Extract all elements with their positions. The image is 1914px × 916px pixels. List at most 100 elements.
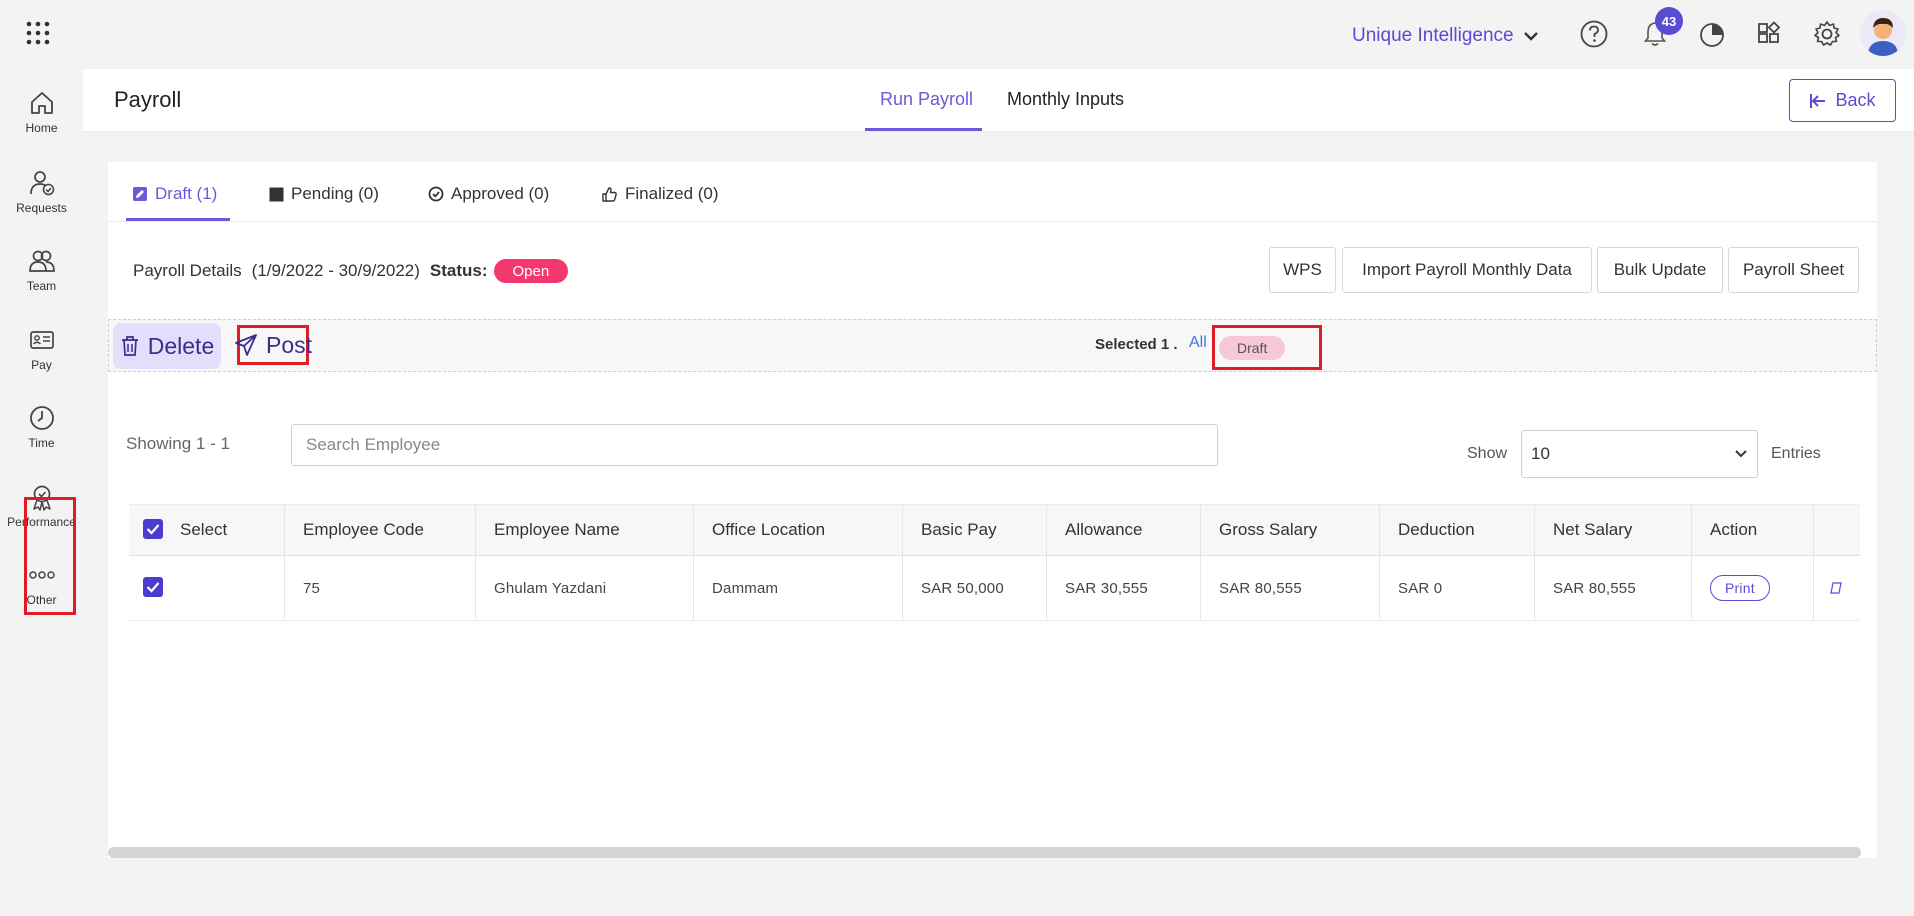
edit-icon (132, 186, 148, 202)
row-checkbox[interactable] (143, 577, 163, 597)
details-period: (1/9/2022 - 30/9/2022) (251, 261, 420, 280)
chevron-down-icon (1523, 31, 1538, 41)
help-icon[interactable] (1578, 18, 1610, 50)
sidebar-item-home[interactable]: Home (0, 85, 83, 147)
sidebar-item-time[interactable]: Time (0, 400, 83, 462)
details-label: Payroll Details (133, 261, 242, 280)
col-employee-name: Employee Name (476, 505, 694, 555)
cell-extra (1814, 556, 1860, 620)
back-button[interactable]: Back (1789, 79, 1896, 122)
print-button[interactable]: Print (1710, 575, 1770, 601)
sidebar-item-label: Home (25, 121, 58, 135)
sidebar: Home Requests Team Pay Time Performance (0, 69, 83, 916)
tab-finalized[interactable]: Finalized (0) (601, 182, 719, 206)
chevron-down-icon (1734, 449, 1748, 459)
check-circle-icon (428, 186, 444, 202)
status-label: Status: (429, 261, 488, 280)
org-switcher[interactable]: Unique Intelligence (1352, 24, 1538, 48)
team-icon (28, 247, 56, 275)
expand-icon[interactable] (1830, 582, 1842, 594)
apps-grid-icon[interactable] (25, 20, 51, 46)
entries-select[interactable]: 10 (1521, 430, 1758, 478)
col-employee-code: Employee Code (285, 505, 476, 555)
cell-action: Print (1692, 556, 1814, 620)
col-action: Action (1692, 505, 1814, 555)
active-tab-indicator (865, 128, 982, 131)
col-deduction: Deduction (1380, 505, 1535, 555)
tab-label: Finalized (0) (625, 184, 719, 203)
col-office-location: Office Location (694, 505, 903, 555)
sidebar-item-requests[interactable]: Requests (0, 165, 83, 227)
tab-label: Draft (1) (155, 184, 218, 203)
tab-approved[interactable]: Approved (0) (428, 182, 549, 206)
home-icon (28, 89, 56, 117)
select-all-link[interactable]: All (1189, 334, 1207, 352)
bulk-action-bar: Delete Post Selected 1 . All Draft (108, 319, 1877, 372)
clock-icon (28, 404, 56, 432)
col-allowance: Allowance (1047, 505, 1201, 555)
sidebar-item-pay[interactable]: Pay (0, 322, 83, 384)
draft-filter-highlight: Draft (1212, 325, 1322, 370)
sidebar-item-label: Team (26, 279, 57, 293)
select-all-checkbox[interactable] (143, 519, 163, 539)
cell-basic-pay: SAR 50,000 (903, 556, 1047, 620)
id-card-icon (28, 326, 56, 354)
selected-count: Selected 1 . (1095, 336, 1178, 353)
tab-draft[interactable]: Draft (1) (132, 182, 217, 206)
tab-label: Pending (0) (291, 184, 379, 203)
sidebar-item-team[interactable]: Team (0, 243, 83, 305)
tab-monthly-inputs[interactable]: Monthly Inputs (1007, 89, 1124, 110)
payroll-sheet-button[interactable]: Payroll Sheet (1728, 247, 1859, 293)
trash-icon (120, 335, 140, 357)
status-badge: Open (493, 259, 569, 283)
sidebar-item-label: Time (28, 436, 55, 450)
payroll-details: Payroll Details (1/9/2022 - 30/9/2022) S… (133, 257, 569, 285)
gear-icon[interactable] (1811, 18, 1843, 50)
tab-label: Approved (0) (451, 184, 550, 203)
cell-office-location: Dammam (694, 556, 903, 620)
active-status-indicator (126, 218, 230, 221)
cell-net-salary: SAR 80,555 (1535, 556, 1692, 620)
post-label: Post (265, 331, 313, 358)
wps-button[interactable]: WPS (1269, 247, 1336, 293)
import-payroll-button[interactable]: Import Payroll Monthly Data (1342, 247, 1592, 293)
status-tabs: Draft (1) Pending (0) Approved (0) Final… (108, 162, 1877, 222)
cell-employee-code: 75 (285, 556, 476, 620)
search-employee-input[interactable] (291, 424, 1218, 466)
user-avatar[interactable] (1860, 10, 1906, 56)
col-gross-salary: Gross Salary (1201, 505, 1380, 555)
delete-label: Delete (147, 332, 215, 359)
top-bar: Unique Intelligence 43 (0, 0, 1914, 69)
tab-pending[interactable]: Pending (0) (269, 182, 379, 206)
post-button[interactable]: Post (234, 325, 313, 365)
back-label: Back (1835, 90, 1876, 110)
back-arrow-icon (1809, 92, 1827, 110)
table-row: 75 Ghulam Yazdani Dammam SAR 50,000 SAR … (129, 556, 1860, 621)
notification-badge: 43 (1655, 7, 1683, 35)
tab-run-payroll[interactable]: Run Payroll (880, 89, 973, 110)
show-label: Show (1467, 445, 1508, 462)
col-net-salary: Net Salary (1535, 505, 1692, 555)
cell-gross-salary: SAR 80,555 (1201, 556, 1380, 620)
payroll-card: Draft (1) Pending (0) Approved (0) Final… (108, 162, 1877, 858)
cell-deduction: SAR 0 (1380, 556, 1535, 620)
bulk-update-button[interactable]: Bulk Update (1597, 247, 1723, 293)
col-basic-pay: Basic Pay (903, 505, 1047, 555)
thumbs-up-icon (601, 186, 618, 203)
horizontal-scrollbar[interactable] (108, 847, 1861, 858)
delete-button[interactable]: Delete (113, 323, 221, 369)
page-title: Payroll (114, 87, 182, 112)
cell-employee-name: Ghulam Yazdani (476, 556, 694, 620)
page-header: Payroll Run Payroll Monthly Inputs Back (83, 69, 1914, 132)
select-checkbox-highlight (24, 497, 76, 615)
user-check-icon (28, 169, 56, 197)
col-extra (1814, 505, 1860, 555)
pie-chart-icon[interactable] (1696, 18, 1728, 50)
draft-filter-chip[interactable]: Draft (1219, 336, 1286, 360)
widgets-icon[interactable] (1753, 18, 1785, 50)
org-name: Unique Intelligence (1352, 25, 1514, 46)
table-header: Select Employee Code Employee Name Offic… (129, 504, 1860, 556)
entries-value: 10 (1531, 444, 1550, 463)
send-icon (234, 333, 258, 357)
square-icon (269, 187, 284, 202)
